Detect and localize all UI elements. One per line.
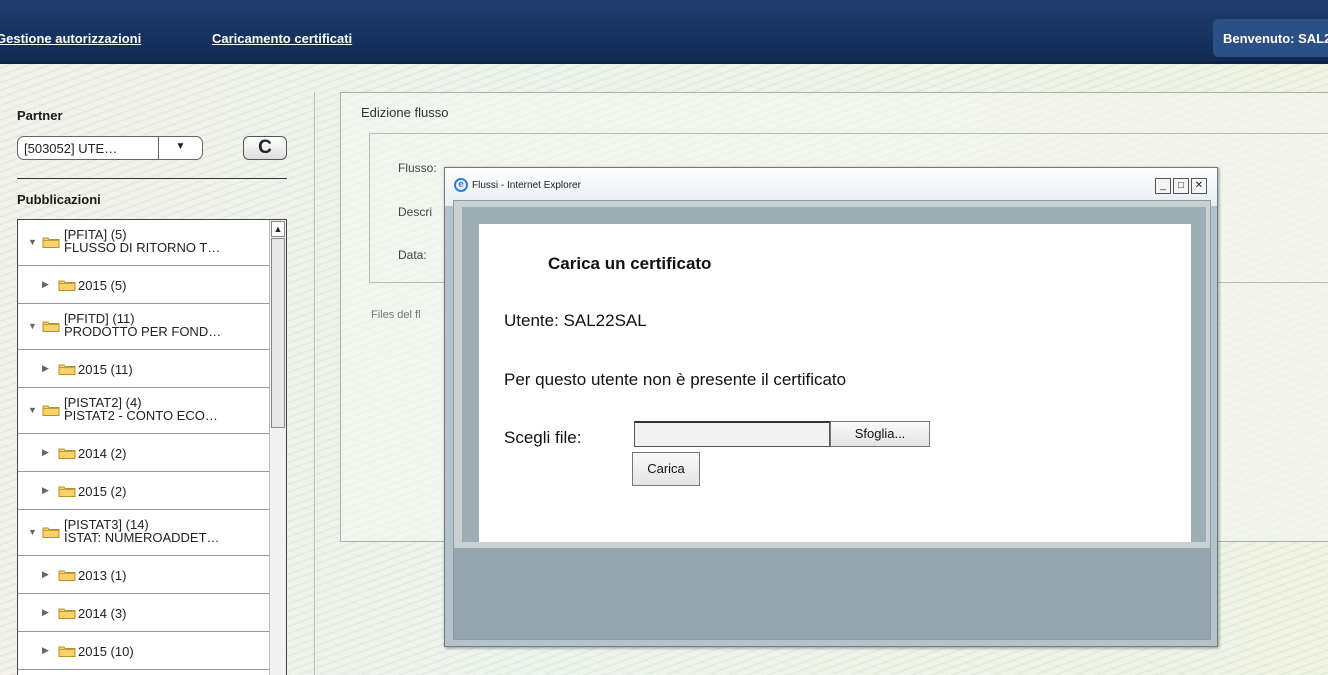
browse-button[interactable]: Sfoglia... [830, 421, 930, 447]
choose-file-label: Scegli file: [504, 428, 582, 447]
folder-icon [58, 279, 76, 291]
tree-year-row[interactable]: ▶ 2015 (10) [18, 632, 270, 670]
tree-group-row[interactable]: ▼ [PFITA] (5) FLUSSO DI RITORNO T… [18, 220, 270, 266]
chevron-down-icon[interactable]: ▼ [158, 137, 202, 159]
tree-group-desc: FLUSSO DI RITORNO T… [64, 240, 221, 255]
collapsed-triangle-icon[interactable]: ▶ [42, 447, 49, 458]
open-folder-icon [42, 526, 60, 538]
user-line: Utente: SAL22SAL [504, 311, 647, 330]
dialog-heading: Carica un certificato [548, 254, 712, 273]
refresh-button[interactable]: C [243, 136, 287, 160]
edit-flow-title: Edizione flusso [361, 105, 449, 120]
nav-gestione-autorizzazioni[interactable]: Gestione autorizzazioni [0, 31, 141, 46]
tree-year-row[interactable]: ▶ 2013 (1) [18, 556, 270, 594]
ie-dialog-window: e Flussi - Internet Explorer _ □ ✕ Caric… [444, 167, 1218, 647]
tree-group-label: [PFITA] (5) FLUSSO DI RITORNO T… [64, 228, 220, 254]
tree-group-row[interactable]: ▼ [PISTAT2] (4) PISTAT2 - CONTO ECO… [18, 388, 270, 434]
scroll-up-icon[interactable]: ▲ [271, 221, 285, 237]
close-icon[interactable]: ✕ [1191, 178, 1207, 194]
left-panel: Partner [503052] UTE… ▼ C Pubblicazioni … [7, 92, 315, 675]
window-controls: _ □ ✕ [1153, 178, 1209, 194]
flow-field-label: Flusso: [398, 161, 437, 175]
minimize-icon[interactable]: _ [1155, 178, 1171, 194]
partner-select[interactable]: [503052] UTE… ▼ [17, 136, 203, 160]
tree-group-label: [PISTAT2] (4) PISTAT2 - CONTO ECO… [64, 396, 218, 422]
folder-icon [58, 645, 76, 657]
tree-group-label: [PISTAT3] (14) ISTAT: NUMEROADDET… [64, 518, 220, 544]
description-field-label: Descri [398, 205, 433, 219]
date-field-label: Data: [398, 248, 427, 262]
ie-window-title: Flussi - Internet Explorer [472, 180, 581, 191]
collapsed-triangle-icon[interactable]: ▶ [42, 279, 49, 290]
tree-year-label: 2015 (2) [78, 484, 127, 499]
tree-year-row[interactable]: ▶ 2015 (5) [18, 266, 270, 304]
nav-caricamento-certificati[interactable]: Caricamento certificati [212, 31, 352, 46]
top-nav-bar: Gestione autorizzazioni Caricamento cert… [0, 0, 1328, 64]
collapsed-triangle-icon[interactable]: ▶ [42, 363, 49, 374]
tree-year-label: 2014 (3) [78, 606, 127, 621]
publications-tree[interactable]: ▼ [PFITA] (5) FLUSSO DI RITORNO T… ▶ 2015 (5… [17, 219, 287, 675]
refresh-icon: C [258, 137, 272, 158]
tree-year-label: 2015 (5) [78, 278, 127, 293]
expanded-triangle-icon[interactable]: ▼ [28, 237, 37, 247]
tree-year-label: 2014 (2) [78, 446, 127, 461]
file-path-input[interactable] [634, 421, 830, 447]
folder-icon [58, 485, 76, 497]
tree-group-desc: PISTAT2 - CONTO ECO… [64, 408, 218, 423]
upload-certificate-form: Carica un certificato Utente: SAL22SAL P… [479, 224, 1191, 542]
internet-explorer-icon: e [454, 178, 468, 192]
partner-select-value: [503052] UTE… [24, 141, 118, 156]
divider [17, 178, 287, 179]
tree-group-desc: ISTAT: NUMEROADDET… [64, 530, 220, 545]
publications-label: Pubblicazioni [17, 192, 101, 207]
scroll-thumb[interactable] [271, 238, 285, 428]
tree-group-label: [PFITD] (11) PRODOTTO PER FOND… [64, 312, 221, 338]
tree-year-row[interactable]: ▶ 2015 (2) [18, 472, 270, 510]
open-folder-icon [42, 320, 60, 332]
upload-button[interactable]: Carica [632, 452, 700, 486]
tree-year-row[interactable]: ▶ 2014 (3) [18, 594, 270, 632]
folder-icon [58, 363, 76, 375]
tree-group-row[interactable]: ▼ [PISTAT3] (14) ISTAT: NUMEROADDET… [18, 510, 270, 556]
maximize-icon[interactable]: □ [1173, 178, 1189, 194]
folder-icon [58, 607, 76, 619]
tree-year-label: 2015 (10) [78, 644, 134, 659]
tree-group-row[interactable]: ▼ [PFITD] (11) PRODOTTO PER FOND… [18, 304, 270, 350]
no-certificate-message: Per questo utente non è presente il cert… [504, 370, 847, 389]
folder-icon [58, 569, 76, 581]
collapsed-triangle-icon[interactable]: ▶ [42, 485, 49, 496]
tree-year-row[interactable]: ▶ 2014 (2) [18, 434, 270, 472]
tree-year-label: 2013 (1) [78, 568, 127, 583]
tree-group-desc: PRODOTTO PER FOND… [64, 324, 222, 339]
tree-year-label: 2015 (11) [78, 362, 133, 377]
tree-scrollbar[interactable]: ▲ [269, 220, 286, 675]
collapsed-triangle-icon[interactable]: ▶ [42, 607, 49, 618]
flow-files-title: Files del fl [371, 309, 421, 321]
partner-label: Partner [17, 108, 63, 123]
open-folder-icon [42, 404, 60, 416]
ie-lower-area [454, 548, 1210, 639]
expanded-triangle-icon[interactable]: ▼ [28, 321, 37, 331]
welcome-badge: Benvenuto: SAL22SAL [1213, 19, 1328, 57]
expanded-triangle-icon[interactable]: ▼ [28, 527, 37, 537]
folder-icon [58, 447, 76, 459]
collapsed-triangle-icon[interactable]: ▶ [42, 645, 49, 656]
tree-year-row[interactable]: ▶ 2015 (11) [18, 350, 270, 388]
expanded-triangle-icon[interactable]: ▼ [28, 405, 37, 415]
ie-body: Carica un certificato Utente: SAL22SAL P… [453, 200, 1211, 640]
open-folder-icon [42, 236, 60, 248]
ie-content-frame: Carica un certificato Utente: SAL22SAL P… [462, 207, 1206, 542]
collapsed-triangle-icon[interactable]: ▶ [42, 569, 49, 580]
